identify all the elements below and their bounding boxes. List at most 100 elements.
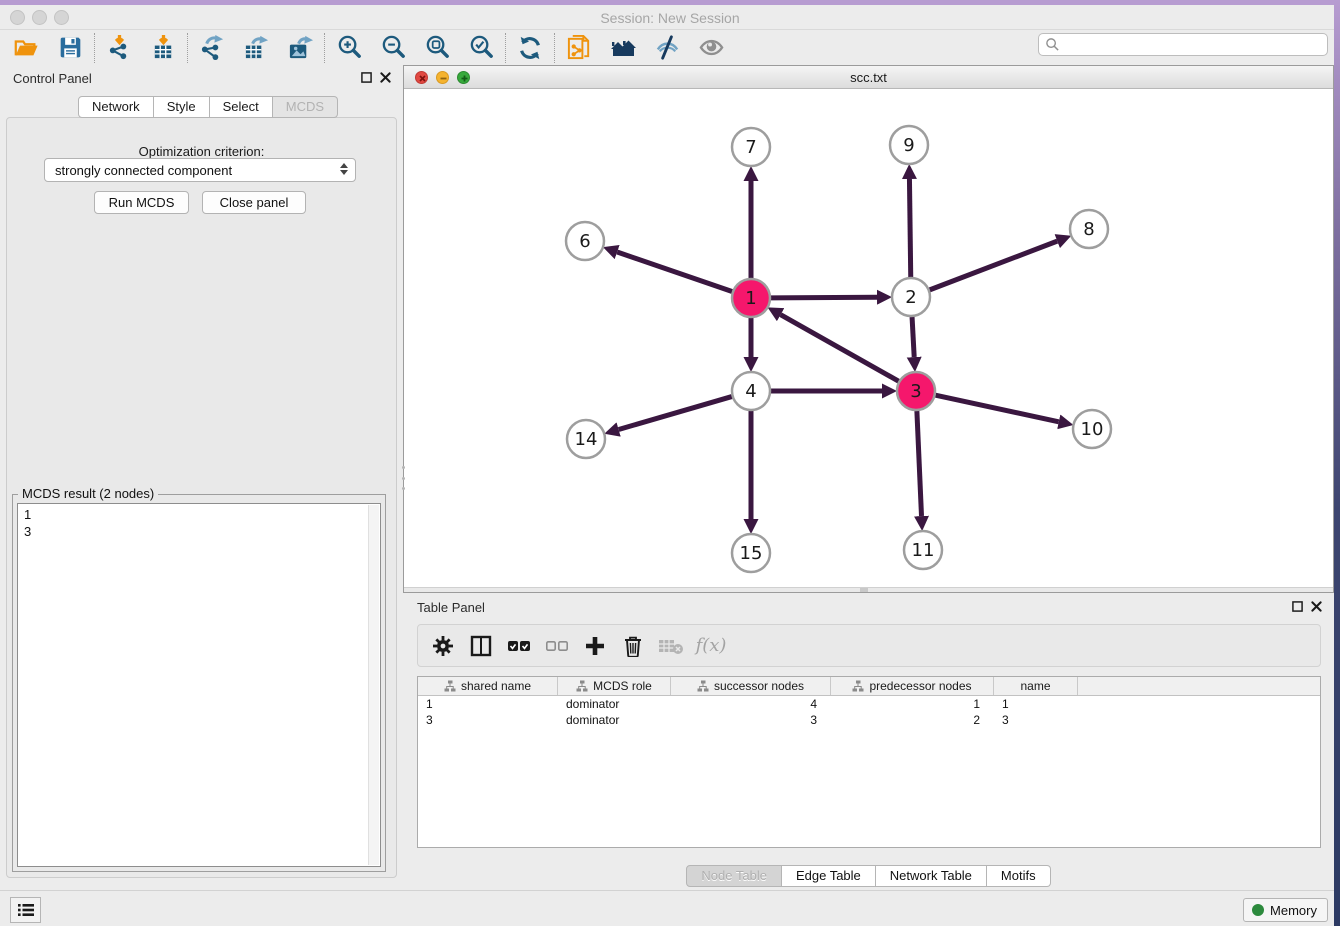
delete-table-icon [658,633,684,659]
table-cell[interactable]: 4 [671,696,831,712]
open-folder-icon[interactable] [12,34,40,62]
edge-4-14[interactable] [619,397,732,430]
column-header-MCDS-role[interactable]: MCDS role [558,677,671,695]
memory-button[interactable]: Memory [1243,898,1328,922]
panel-splitter-handle[interactable] [400,466,407,490]
divider-thumb[interactable] [860,588,868,592]
main-toolbar [0,30,1340,66]
task-history-button[interactable] [10,897,41,923]
tab-edge-table[interactable]: Edge Table [782,865,876,887]
float-table-panel-icon[interactable] [1292,601,1303,612]
edge-3-11[interactable] [917,411,922,516]
edge-1-2[interactable] [771,297,877,298]
column-header-predecessor-nodes[interactable]: predecessor nodes [831,677,994,695]
table-row[interactable]: 3dominator323 [418,712,1320,728]
toolbar-separator [505,33,506,63]
table-cell[interactable]: 3 [671,712,831,728]
control-panel-tabs: NetworkStyleSelectMCDS [78,96,338,118]
toolbar-separator [554,33,555,63]
node-label-8: 8 [1083,219,1094,240]
dropdown-arrows-icon [340,163,348,175]
network-window-title: scc.txt [404,70,1333,85]
zoom-in-icon[interactable] [335,34,363,62]
edge-3-1[interactable] [781,315,899,381]
table-row[interactable]: 1dominator411 [418,696,1320,712]
tab-style[interactable]: Style [154,96,210,118]
table-cell[interactable]: 1 [418,696,558,712]
node-label-4: 4 [745,381,756,402]
node-label-6: 6 [579,231,590,252]
optimization-criterion-label: Optimization criterion: [0,144,403,159]
table-cell[interactable]: dominator [558,712,671,728]
export-image-icon[interactable] [286,34,314,62]
table-cell[interactable]: 1 [831,696,994,712]
refresh-icon[interactable] [516,34,544,62]
tab-network[interactable]: Network [78,96,154,118]
node-label-3: 3 [910,381,921,402]
hide-eye-icon[interactable] [653,34,681,62]
float-panel-icon[interactable] [361,72,372,83]
table-cell[interactable]: 3 [418,712,558,728]
column-type-icon [444,680,456,692]
split-column-icon[interactable] [468,633,494,659]
column-header-name[interactable]: name [994,677,1078,695]
mcds-result-text[interactable]: 13 [17,503,381,867]
status-bar: Memory [0,890,1340,926]
show-eye-icon[interactable] [697,34,725,62]
optimization-criterion-value: strongly connected component [55,163,232,178]
control-panel: Control Panel NetworkStyleSelectMCDS Opt… [0,65,403,890]
close-panel-icon[interactable] [380,72,391,83]
home-icon[interactable] [609,34,637,62]
main-titlebar: Session: New Session [0,5,1340,30]
tab-mcds[interactable]: MCDS [273,96,338,118]
mcds-result-groupbox: MCDS result (2 nodes) 13 [12,494,386,872]
horizontal-divider[interactable] [404,587,1333,592]
search-input[interactable] [1060,35,1327,54]
column-type-icon [576,680,588,692]
zoom-out-icon[interactable] [379,34,407,62]
table-panel: Table Panel f(x) shared nameMCDS r [403,593,1334,890]
node-label-14: 14 [575,429,598,450]
unchecked-boxes-icon[interactable] [544,633,570,659]
close-table-panel-icon[interactable] [1311,601,1322,612]
column-header-shared-name[interactable]: shared name [418,677,558,695]
table-cell[interactable]: 3 [994,712,1078,728]
tab-select[interactable]: Select [210,96,273,118]
toolbar-separator [187,33,188,63]
network-file-icon[interactable] [565,34,593,62]
import-table-icon[interactable] [149,34,177,62]
table-cell[interactable]: dominator [558,696,671,712]
zoom-selected-icon[interactable] [467,34,495,62]
run-mcds-button[interactable]: Run MCDS [94,191,189,214]
edge-1-6[interactable] [617,252,732,291]
memory-status-icon [1252,904,1264,916]
table-cell[interactable]: 1 [994,696,1078,712]
export-network-icon[interactable] [198,34,226,62]
edge-3-10[interactable] [936,395,1059,422]
column-type-icon [852,680,864,692]
tab-node-table[interactable]: Node Table [686,865,782,887]
import-network-icon[interactable] [105,34,133,62]
checked-boxes-icon[interactable] [506,633,532,659]
tab-motifs[interactable]: Motifs [987,865,1051,887]
trash-icon[interactable] [620,633,646,659]
edge-2-3[interactable] [912,317,914,357]
export-table-icon[interactable] [242,34,270,62]
edge-2-9[interactable] [909,179,910,277]
column-header-successor-nodes[interactable]: successor nodes [671,677,831,695]
close-panel-button[interactable]: Close panel [202,191,306,214]
network-graph[interactable]: 7968124314101511 [404,89,1333,587]
plus-icon[interactable] [582,633,608,659]
optimization-criterion-select[interactable]: strongly connected component [44,158,356,182]
node-table[interactable]: shared nameMCDS rolesuccessor nodesprede… [417,676,1321,848]
zoom-fit-icon[interactable] [423,34,451,62]
tab-network-table[interactable]: Network Table [876,865,987,887]
gear-icon[interactable] [430,633,456,659]
result-scrollbar[interactable] [368,505,379,865]
network-canvas[interactable]: 7968124314101511 [404,89,1333,587]
mcds-result-lines: 13 [24,506,380,540]
save-icon[interactable] [56,34,84,62]
edge-2-8[interactable] [930,241,1058,290]
network-window-titlebar[interactable]: scc.txt [404,66,1333,89]
table-cell[interactable]: 2 [831,712,994,728]
